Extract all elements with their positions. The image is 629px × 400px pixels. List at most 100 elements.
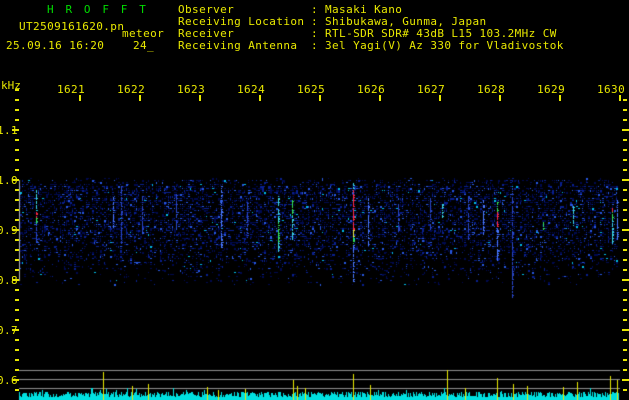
freq-tick-mark xyxy=(15,109,19,111)
station-info-label: Receiver xyxy=(178,27,235,40)
time-tick-mark xyxy=(259,95,261,101)
freq-tick-mark xyxy=(15,169,19,171)
right-tick-mark xyxy=(623,169,627,171)
freq-tick-mark xyxy=(15,269,19,271)
right-tick-mark xyxy=(623,149,627,151)
right-tick-mark xyxy=(622,379,629,381)
freq-tick-mark xyxy=(15,319,19,321)
time-tick-mark xyxy=(619,95,621,101)
time-tick-label: 1629 xyxy=(537,83,566,96)
freq-tick-mark xyxy=(15,99,19,101)
freq-tick-mark xyxy=(15,339,19,341)
right-tick-mark xyxy=(623,269,627,271)
right-tick-mark xyxy=(623,359,627,361)
station-info-colon: : xyxy=(311,39,319,52)
time-tick-label: 1628 xyxy=(477,83,506,96)
mode-label: meteor xyxy=(122,27,165,40)
app-title: H R O F F T xyxy=(47,3,149,16)
freq-tick-mark xyxy=(15,159,19,161)
right-tick-mark xyxy=(623,199,627,201)
right-tick-mark xyxy=(623,159,627,161)
freq-tick-mark xyxy=(15,289,19,291)
right-tick-mark xyxy=(623,209,627,211)
right-tick-mark xyxy=(623,299,627,301)
time-tick-label: 1630 xyxy=(597,83,626,96)
right-tick-mark xyxy=(623,259,627,261)
freq-tick-label: 1.0 xyxy=(0,174,19,187)
station-info-label: Receiving Location xyxy=(178,15,305,28)
time-tick-mark xyxy=(559,95,561,101)
spectrogram-canvas xyxy=(0,0,629,400)
right-tick-mark xyxy=(623,349,627,351)
right-tick-mark xyxy=(622,129,629,131)
right-tick-mark xyxy=(622,179,629,181)
time-tick-mark xyxy=(319,95,321,101)
station-info-colon: : xyxy=(311,15,319,28)
freq-tick-mark xyxy=(15,149,19,151)
freq-tick-mark xyxy=(15,349,19,351)
time-tick-label: 1622 xyxy=(117,83,146,96)
time-tick-label: 1626 xyxy=(357,83,386,96)
station-info-colon: : xyxy=(311,27,319,40)
time-tick-mark xyxy=(379,95,381,101)
freq-tick-mark xyxy=(15,239,19,241)
right-tick-mark xyxy=(623,309,627,311)
freq-tick-mark xyxy=(15,219,19,221)
freq-tick-mark xyxy=(15,209,19,211)
freq-tick-label: 1.1 xyxy=(0,124,19,137)
station-info-value: Shibukawa, Gunma, Japan xyxy=(325,15,487,28)
time-tick-label: 1625 xyxy=(297,83,326,96)
time-tick-mark xyxy=(499,95,501,101)
freq-tick-label: 0.7 xyxy=(0,324,19,337)
right-tick-mark xyxy=(623,99,627,101)
freq-tick-mark xyxy=(15,189,19,191)
right-tick-mark xyxy=(623,219,627,221)
output-filename: UT2509161620.pn xyxy=(19,20,125,33)
station-info-label: Receiving Antenna xyxy=(178,39,298,52)
right-tick-mark xyxy=(623,119,627,121)
right-tick-mark xyxy=(622,329,629,331)
echo-counter: 24_ xyxy=(133,39,155,52)
right-tick-mark xyxy=(623,139,627,141)
time-tick-mark xyxy=(79,95,81,101)
freq-tick-mark xyxy=(15,199,19,201)
freq-tick-mark xyxy=(15,89,19,91)
right-tick-mark xyxy=(622,279,629,281)
right-tick-mark xyxy=(623,249,627,251)
right-tick-mark xyxy=(623,189,627,191)
time-tick-label: 1627 xyxy=(417,83,446,96)
freq-tick-mark xyxy=(15,139,19,141)
freq-tick-mark xyxy=(15,389,19,391)
freq-tick-mark xyxy=(15,119,19,121)
freq-tick-label: 0.6 xyxy=(0,374,19,387)
time-tick-mark xyxy=(199,95,201,101)
time-tick-mark xyxy=(139,95,141,101)
right-tick-mark xyxy=(623,369,627,371)
freq-tick-mark xyxy=(15,309,19,311)
freq-tick-mark xyxy=(15,359,19,361)
time-tick-label: 1624 xyxy=(237,83,266,96)
station-info-value: Masaki Kano xyxy=(325,3,403,16)
right-tick-mark xyxy=(623,109,627,111)
time-tick-mark xyxy=(439,95,441,101)
station-info-value: 3el Yagi(V) Az 330 for Vladivostok xyxy=(325,39,564,52)
right-tick-mark xyxy=(622,229,629,231)
right-tick-mark xyxy=(623,239,627,241)
right-tick-mark xyxy=(623,389,627,391)
right-tick-mark xyxy=(623,319,627,321)
station-info-colon: : xyxy=(311,3,319,16)
freq-tick-label: 0.9 xyxy=(0,224,19,237)
freq-tick-mark xyxy=(15,369,19,371)
freq-tick-mark xyxy=(15,259,19,261)
freq-tick-label: 0.8 xyxy=(0,274,19,287)
time-tick-label: 1623 xyxy=(177,83,206,96)
right-tick-mark xyxy=(623,339,627,341)
right-tick-mark xyxy=(623,289,627,291)
freq-tick-mark xyxy=(15,249,19,251)
time-tick-label: 1621 xyxy=(57,83,86,96)
station-info-value: RTL-SDR SDR# 43dB L15 103.2MHz CW xyxy=(325,27,557,40)
station-info-label: Observer xyxy=(178,3,235,16)
datetime-label: 25.09.16 16:20 xyxy=(6,39,105,52)
hrofft-window: H R O F F T UT2509161620.pn meteor 25.09… xyxy=(0,0,629,400)
freq-tick-mark xyxy=(15,299,19,301)
